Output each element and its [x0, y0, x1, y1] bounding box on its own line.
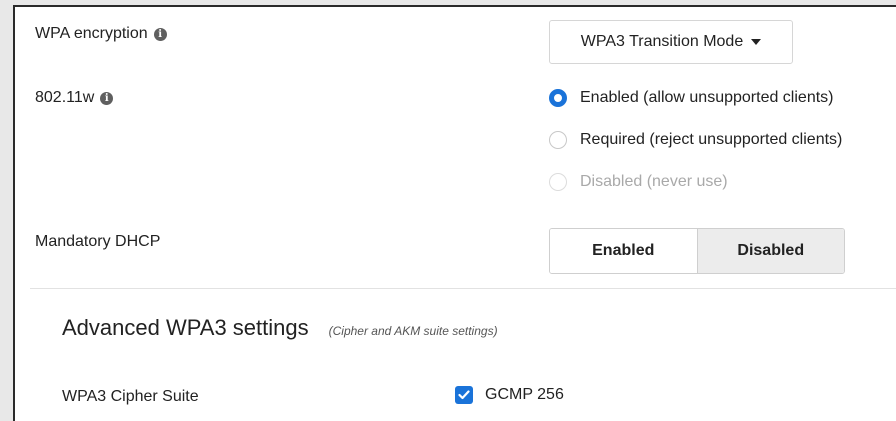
radio-label: Enabled (allow unsupported clients) [580, 89, 834, 106]
check-icon [458, 390, 470, 400]
advanced-section-title: Advanced WPA3 settings [62, 315, 309, 340]
radio-dot11w-enabled[interactable]: Enabled (allow unsupported clients) [549, 89, 833, 107]
gcmp256-checkbox[interactable] [455, 386, 473, 404]
caret-down-icon [751, 39, 762, 45]
dhcp-disabled-button[interactable]: Disabled [697, 229, 844, 273]
radio-dot11w-required[interactable]: Required (reject unsupported clients) [549, 131, 842, 149]
radio-button-disabled [549, 173, 567, 191]
radio-label: Required (reject unsupported clients) [580, 131, 843, 148]
mandatory-dhcp-label: Mandatory DHCP [35, 233, 161, 250]
radio-dot11w-disabled: Disabled (never use) [549, 173, 728, 191]
radio-button[interactable] [549, 131, 567, 149]
dot11w-label: 802.11w [35, 89, 95, 106]
info-icon[interactable]: i [153, 27, 167, 41]
wpa3-cipher-suite-label: WPA3 Cipher Suite [62, 388, 199, 405]
mandatory-dhcp-toggle: Enabled Disabled [549, 228, 845, 274]
wpa-encryption-value: WPA3 Transition Mode [580, 33, 744, 50]
advanced-section-header: Advanced WPA3 settings (Cipher and AKM s… [62, 315, 498, 341]
gcmp256-label: GCMP 256 [485, 386, 564, 403]
dhcp-enabled-button[interactable]: Enabled [550, 229, 698, 273]
wpa-encryption-row-label: WPA encryption i [35, 25, 167, 43]
dot11w-row-label: 802.11w i [35, 89, 114, 107]
wpa-encryption-label: WPA encryption [35, 25, 148, 42]
section-divider [30, 288, 896, 289]
radio-button-selected[interactable] [549, 89, 567, 107]
wpa-encryption-dropdown[interactable]: WPA3 Transition Mode [549, 20, 793, 64]
gcmp256-checkbox-row[interactable]: GCMP 256 [455, 386, 564, 404]
settings-panel: WPA encryption i WPA3 Transition Mode 80… [13, 5, 896, 421]
radio-label: Disabled (never use) [580, 173, 728, 190]
info-icon[interactable]: i [100, 91, 114, 105]
advanced-section-note: (Cipher and AKM suite settings) [328, 324, 498, 338]
